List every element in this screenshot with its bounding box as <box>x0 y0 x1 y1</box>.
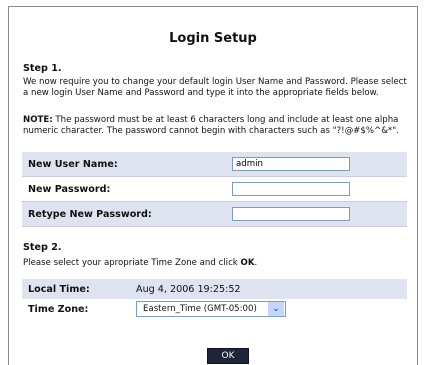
login-form-table: New User Name: New Password: Retype New … <box>22 152 407 227</box>
username-row: New User Name: <box>22 152 407 177</box>
time-table: Local Time: Aug 4, 2006 19:25:52 Time Zo… <box>22 279 407 319</box>
step-2-heading: Step 2. <box>23 242 62 253</box>
retype-password-cell <box>226 202 407 227</box>
password-label: New Password: <box>28 183 111 195</box>
login-setup-panel: Login Setup Step 1. We now require you t… <box>8 6 418 365</box>
time-zone-selected: Eastern_Time (GMT-05:00) <box>143 304 257 314</box>
note-label: NOTE: <box>23 115 53 125</box>
time-zone-cell: Eastern_Time (GMT-05:00) ⌄ <box>130 299 407 319</box>
retype-password-label: Retype New Password: <box>28 208 152 220</box>
password-input[interactable] <box>232 182 350 196</box>
page-title: Login Setup <box>169 31 257 46</box>
step-2-text: Please select your apropriate Time Zone … <box>23 258 238 268</box>
local-time-label: Local Time: <box>28 283 90 295</box>
username-cell <box>226 152 407 177</box>
step-2-instruction: Please select your apropriate Time Zone … <box>23 258 407 269</box>
local-time-value: Aug 4, 2006 19:25:52 <box>136 283 241 295</box>
password-cell <box>226 177 407 202</box>
step-1-intro: We now require you to change your defaul… <box>23 77 407 98</box>
password-note: NOTE: The password must be at least 6 ch… <box>23 115 407 137</box>
retype-password-input[interactable] <box>232 207 350 221</box>
note-text: The password must be at least 6 characte… <box>23 115 399 136</box>
username-input[interactable] <box>232 157 350 171</box>
username-label: New User Name: <box>28 158 118 170</box>
local-time-row: Local Time: Aug 4, 2006 19:25:52 <box>22 279 407 299</box>
ok-button[interactable]: OK <box>207 348 249 364</box>
step-1-heading: Step 1. <box>23 63 62 74</box>
chevron-down-icon[interactable]: ⌄ <box>268 302 284 316</box>
time-zone-row: Time Zone: Eastern_Time (GMT-05:00) ⌄ <box>22 299 407 319</box>
time-zone-label: Time Zone: <box>28 303 89 315</box>
time-zone-select[interactable]: Eastern_Time (GMT-05:00) ⌄ <box>136 301 286 317</box>
retype-password-row: Retype New Password: <box>22 201 407 227</box>
step-2-ok-word: OK <box>240 258 255 268</box>
step-2-period: . <box>254 258 258 268</box>
password-row: New Password: <box>22 176 407 202</box>
